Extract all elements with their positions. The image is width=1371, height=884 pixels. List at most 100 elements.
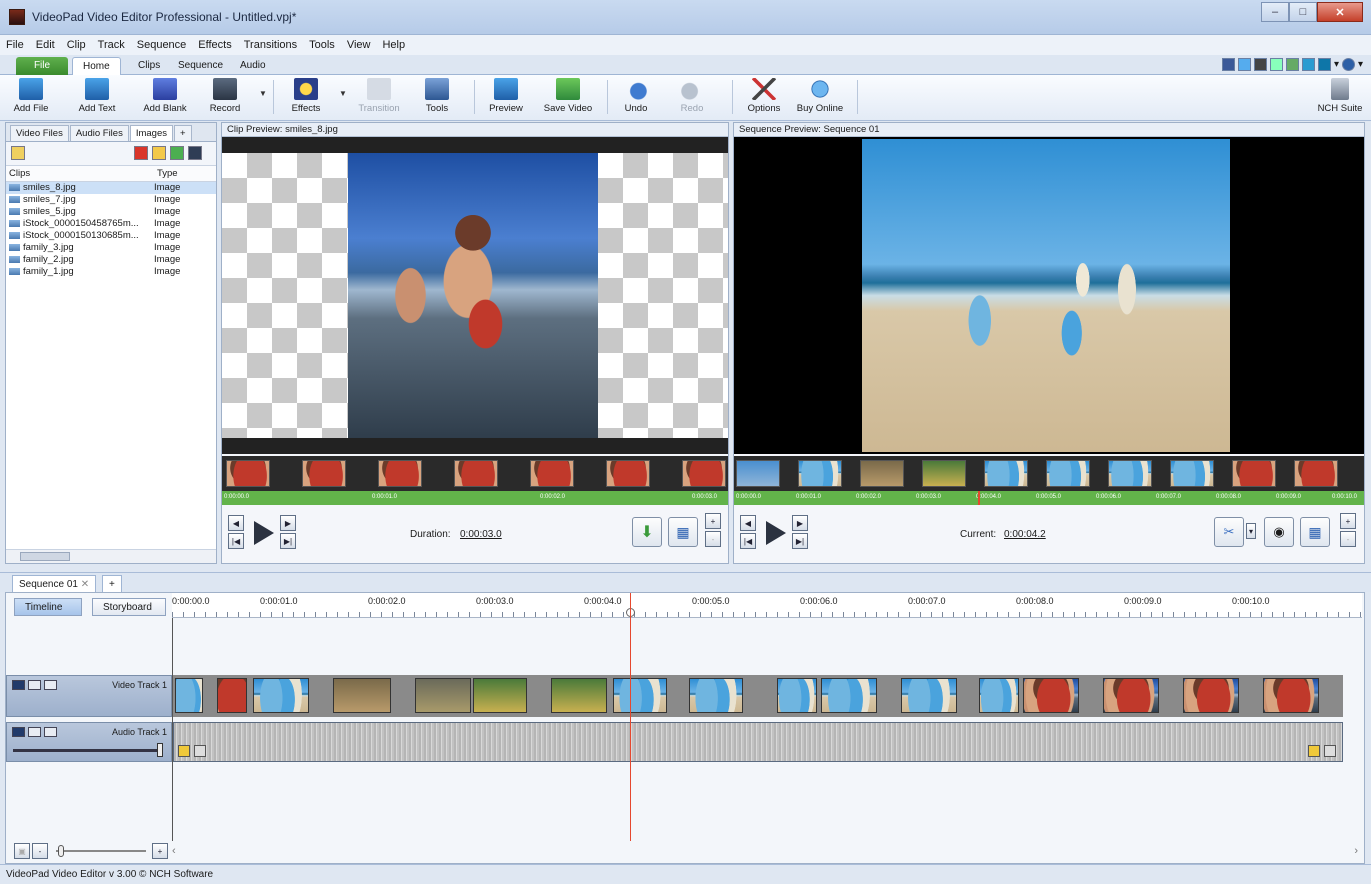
tab-images[interactable]: Images [129,125,173,141]
timeline-clip[interactable] [175,678,203,713]
timeline-clip[interactable] [333,678,391,713]
transition-button[interactable]: Transition [354,78,404,118]
timeline-ruler[interactable]: 0:00:00.0 0:00:01.0 0:00:02.0 0:00:03.0 … [172,593,1362,618]
download-icon[interactable] [170,146,184,160]
menu-file[interactable]: File [6,39,24,51]
seq-prev-frame-button[interactable]: ◀ [740,515,756,531]
record-dropdown-icon[interactable]: ▼ [259,89,267,98]
facebook-icon[interactable] [1221,58,1235,71]
record-button[interactable]: Record [205,78,245,118]
linkedin-icon[interactable] [1317,58,1331,71]
lock-icon[interactable] [28,680,41,690]
add-to-sequence-button[interactable]: ⬇ [632,517,662,547]
column-clips[interactable]: Clips [6,166,154,181]
menu-clip[interactable]: Clip [67,39,86,51]
list-item[interactable]: smiles_7.jpg Image [6,194,216,206]
close-button[interactable]: ✕ [1317,2,1363,22]
preview-button[interactable]: Preview [486,78,526,118]
menu-track[interactable]: Track [98,39,125,51]
timeline-clip[interactable] [689,678,743,713]
add-sequence-tab[interactable]: + [102,575,122,593]
horizontal-scrollbar[interactable] [6,549,216,563]
chevron-down-icon[interactable]: ▾ [1334,59,1339,70]
add-file-button[interactable]: Add File [10,78,52,118]
menu-effects[interactable]: Effects [198,39,231,51]
timeline-clip[interactable] [901,678,957,713]
seq-zoom-out-icon[interactable]: - [1340,531,1356,547]
effects-button[interactable]: Effects [285,78,327,118]
go-start-button[interactable]: |◀ [228,533,244,549]
timeline-clip[interactable] [473,678,527,713]
go-end-button[interactable]: ▶| [280,533,296,549]
timeline-clip[interactable] [777,678,817,713]
split-dropdown-icon[interactable]: ▾ [1246,523,1256,539]
storyboard-view-button[interactable]: Storyboard [92,598,166,616]
scroll-right-icon[interactable]: › [1354,845,1358,857]
zoom-in-icon[interactable]: + [705,513,721,529]
tab-video-files[interactable]: Video Files [10,125,69,141]
list-item[interactable]: family_2.jpg Image [6,254,216,266]
seq-go-end-button[interactable]: ▶| [792,533,808,549]
zoom-out-icon[interactable]: - [705,531,721,547]
remove-icon[interactable] [134,146,148,160]
timeline-zoom-in-icon[interactable]: + [152,843,168,859]
nch-suite-button[interactable]: NCH Suite [1316,78,1364,118]
sequence-filmstrip[interactable] [734,456,1364,491]
effects-dropdown-icon[interactable]: ▼ [339,89,347,98]
timeline-clip[interactable] [415,678,471,713]
list-item[interactable]: smiles_5.jpg Image [6,206,216,218]
video-visible-icon[interactable] [12,680,25,690]
column-type[interactable]: Type [154,166,181,181]
grid-icon[interactable] [1269,58,1283,71]
timeline-playhead[interactable] [630,593,631,841]
timeline-clip[interactable] [1023,678,1079,713]
sequence-properties-button[interactable]: ▦ [1300,517,1330,547]
tab-audio-files[interactable]: Audio Files [69,125,129,141]
timeline-clip[interactable] [821,678,877,713]
help-icon[interactable] [1341,58,1355,71]
list-item[interactable]: smiles_8.jpg Image [6,182,216,194]
google-icon[interactable] [1285,58,1299,71]
timeline-clip[interactable] [1183,678,1239,713]
close-tab-icon[interactable]: ✕ [81,579,89,590]
clip-preview-viewer[interactable] [222,137,728,454]
sequence-preview-viewer[interactable] [734,137,1364,454]
audio-lock-icon[interactable] [28,727,41,737]
zoom-slider-handle[interactable] [58,845,64,857]
timeline-clip[interactable] [613,678,667,713]
audio-options-icon[interactable] [44,727,57,737]
prev-frame-button[interactable]: ◀ [228,515,244,531]
menu-tools[interactable]: Tools [309,39,335,51]
tab-sequence[interactable]: Sequence [168,57,233,75]
play-button[interactable] [254,521,274,545]
timeline-zoom-out-icon[interactable]: - [32,843,48,859]
clip-properties-button[interactable]: ▦ [668,517,698,547]
audio-track[interactable] [173,722,1343,762]
volume-slider[interactable] [13,749,161,752]
star-icon[interactable] [1308,745,1320,757]
save-video-button[interactable]: Save Video [540,78,596,118]
list-item[interactable]: family_1.jpg Image [6,266,216,278]
help-dropdown-icon[interactable]: ▾ [1358,59,1363,70]
tools-button[interactable]: Tools [420,78,454,118]
timeline-clip[interactable] [253,678,309,713]
next-frame-button[interactable]: ▶ [280,515,296,531]
duration-value[interactable]: 0:00:03.0 [460,529,502,540]
menu-view[interactable]: View [347,39,371,51]
menu-sequence[interactable]: Sequence [137,39,187,51]
video-track[interactable] [173,675,1343,717]
current-value[interactable]: 0:00:04.2 [1004,529,1046,540]
menu-transitions[interactable]: Transitions [244,39,297,51]
folder-icon[interactable] [11,146,25,160]
volume-handle[interactable] [157,743,163,757]
buy-online-button[interactable]: Buy Online [794,78,846,118]
tab-sequence-01[interactable]: Sequence 01 ✕ [12,575,97,593]
zoom-slider[interactable] [56,850,146,852]
tab-add[interactable]: + [173,125,192,141]
snapshot-button[interactable]: ◉ [1264,517,1294,547]
list-item[interactable]: iStock_0000150458765m... Image [6,218,216,230]
share-icon[interactable] [1253,58,1267,71]
minimize-button[interactable]: – [1261,2,1289,22]
audio-mute-icon[interactable] [12,727,25,737]
scroll-left-icon[interactable]: ‹ [172,845,176,857]
